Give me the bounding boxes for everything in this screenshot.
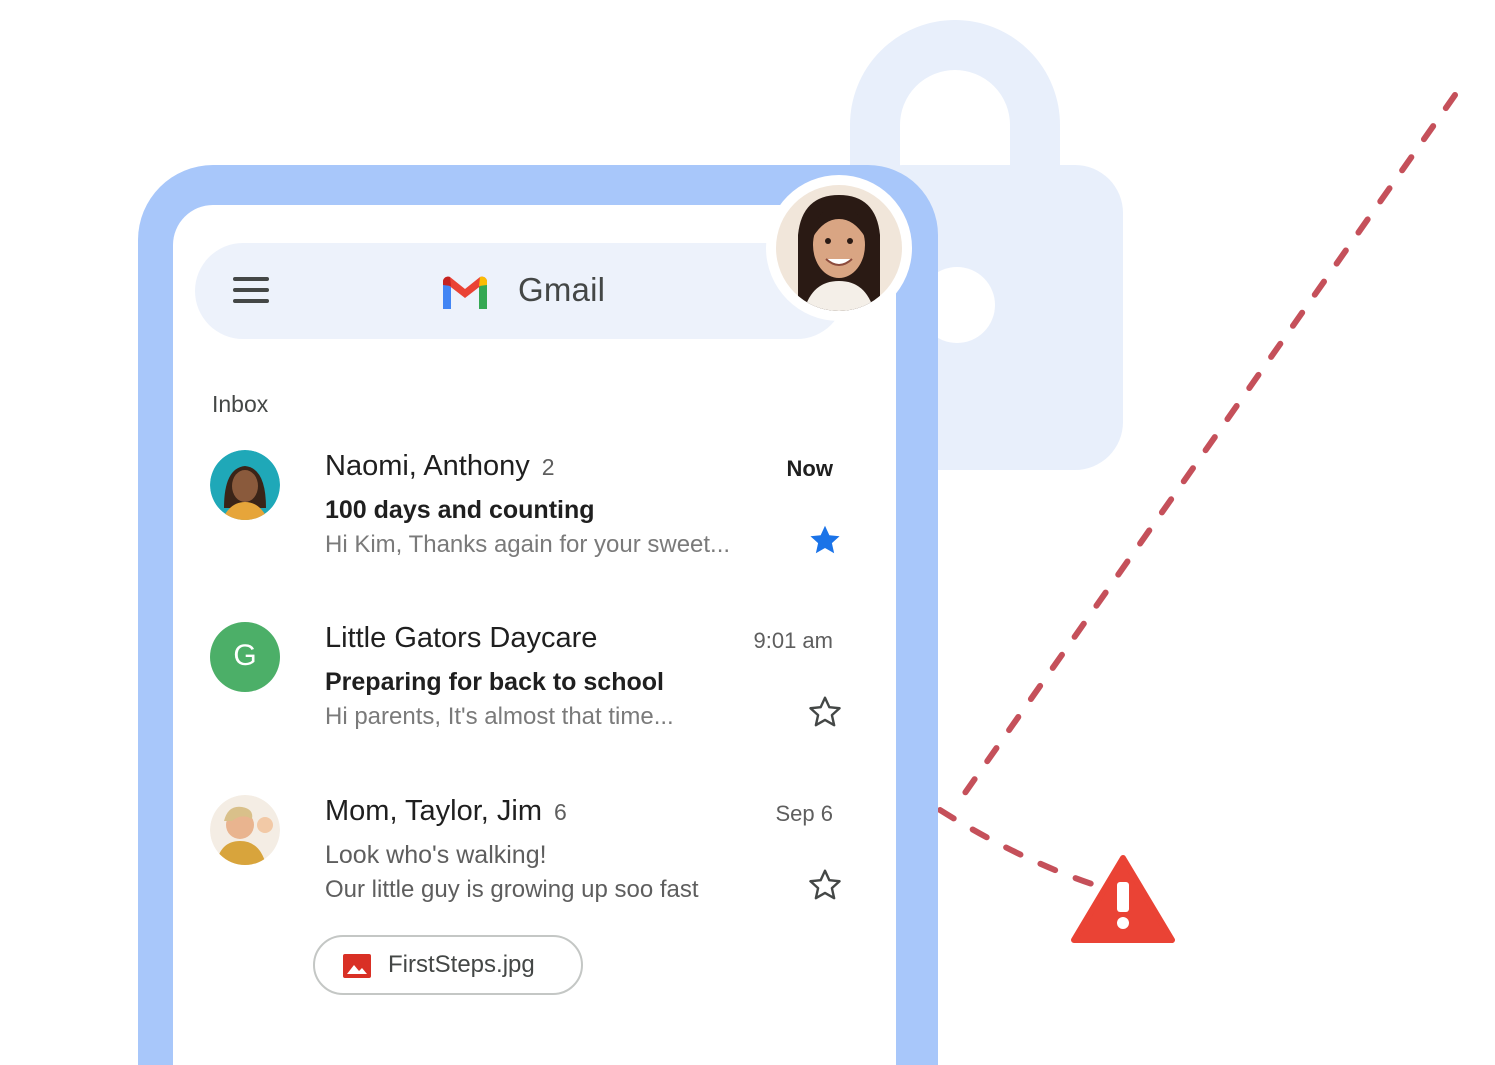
gmail-logo-icon <box>443 276 487 309</box>
attachment-name: FirstSteps.jpg <box>388 951 535 978</box>
email-subject: Look who's walking! <box>325 841 547 869</box>
thread-count: 2 <box>541 454 555 480</box>
star-filled-icon[interactable] <box>807 522 843 558</box>
email-time: Now <box>786 456 833 481</box>
email-row[interactable]: Mom, Taylor, Jim 6 Sep 6 Look who's walki… <box>173 795 873 1025</box>
sender-name: Mom, Taylor, Jim <box>325 795 543 827</box>
email-snippet: Hi parents, It's almost that time... <box>325 703 674 730</box>
avatar: G <box>210 622 280 692</box>
hamburger-menu-icon[interactable] <box>233 277 269 307</box>
app-bar: Gmail <box>195 243 845 339</box>
avatar <box>210 795 280 865</box>
email-snippet: Hi Kim, Thanks again for your sweet... <box>325 531 731 558</box>
section-label: Inbox <box>212 391 269 417</box>
attachment-chip[interactable]: FirstSteps.jpg <box>313 935 583 995</box>
email-subject: 100 days and counting <box>325 496 595 524</box>
sender-name: Little Gators Daycare <box>325 622 598 654</box>
email-row[interactable]: Naomi, Anthony 2 Now 100 days and countin… <box>173 450 873 610</box>
star-outline-icon[interactable] <box>807 694 843 730</box>
warning-triangle-icon <box>1071 855 1175 943</box>
email-time: Sep 6 <box>775 801 834 826</box>
profile-avatar[interactable] <box>766 175 912 321</box>
email-sender: Naomi, Anthony 2 <box>325 450 555 483</box>
app-screen: Gmail Inbox Naomi, Anthony 2 Now 100 days… <box>173 205 896 1065</box>
thread-count: 6 <box>554 799 567 825</box>
email-sender: Mom, Taylor, Jim 6 <box>325 795 567 828</box>
email-subject: Preparing for back to school <box>325 668 664 696</box>
image-file-icon <box>343 954 371 978</box>
sender-name: Naomi, Anthony <box>325 450 530 482</box>
email-time: 9:01 am <box>753 628 834 653</box>
email-snippet: Our little guy is growing up soo fast <box>325 876 699 903</box>
star-outline-icon[interactable] <box>807 867 843 903</box>
email-row[interactable]: G Little Gators Daycare 9:01 am Preparin… <box>173 622 873 782</box>
app-title: Gmail <box>518 271 606 308</box>
avatar-letter: G <box>233 639 257 672</box>
email-sender: Little Gators Daycare <box>325 622 597 655</box>
avatar <box>210 450 280 520</box>
